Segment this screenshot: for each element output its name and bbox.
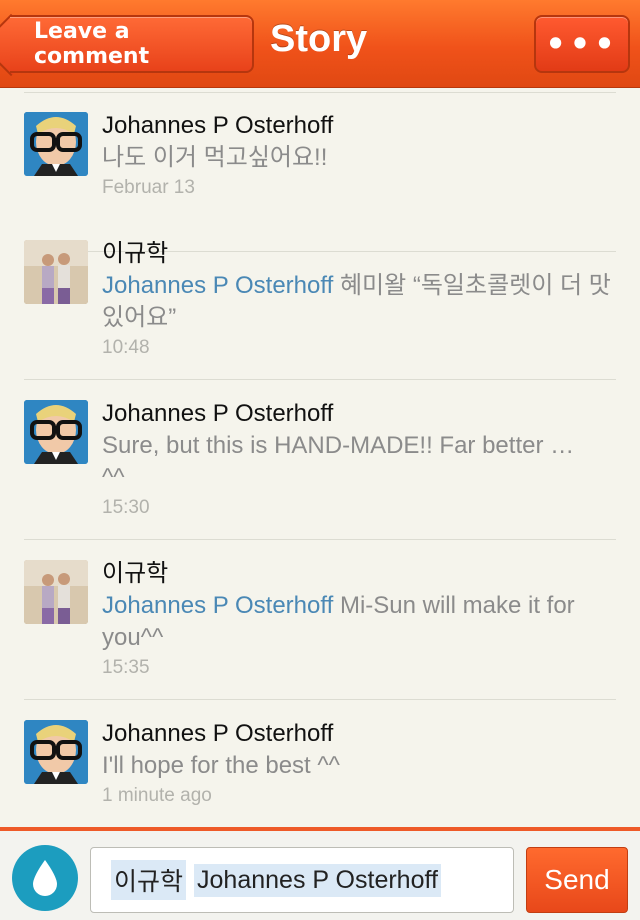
mention-link[interactable]: Johannes P Osterhoff xyxy=(102,592,333,619)
comment-body: Johannes P Osterhoff Sure, but this is H… xyxy=(102,398,616,522)
comment-input[interactable]: 이규학 Johannes P Osterhoff xyxy=(90,847,514,913)
comment-text: 나도 이거 먹고싶어요!! xyxy=(102,144,328,171)
comment-list[interactable]: Johannes P Osterhoff 나도 이거 먹고싶어요!! Febru… xyxy=(0,92,640,827)
comment-text: Sure, but this is HAND-MADE!! Far better… xyxy=(102,432,575,459)
comment-body: 이규학 Johannes P Osterhoff 혜미왈 “독일초콜렛이 더 맛… xyxy=(102,238,616,362)
more-options-button[interactable]: ••• xyxy=(534,15,630,73)
navigation-bar: Leave a comment Story ••• xyxy=(0,0,640,88)
comment-body: Johannes P Osterhoff 나도 이거 먹고싶어요!! Febru… xyxy=(102,110,616,202)
comment-timestamp: 15:35 xyxy=(102,657,150,678)
mention-chip[interactable]: 이규학 xyxy=(111,860,187,900)
comment-text: Johannes P Osterhoff Mi-Sun will make it… xyxy=(102,590,616,654)
comment-author[interactable]: 이규학 xyxy=(102,558,616,590)
comment-timestamp: 15:30 xyxy=(102,497,150,518)
comment-timestamp: 10:48 xyxy=(102,337,150,358)
comment-text: Johannes P Osterhoff 혜미왈 “독일초콜렛이 더 맛있어요” xyxy=(102,270,616,334)
comment-timestamp: Februar 13 xyxy=(102,177,195,198)
comment-author[interactable]: Johannes P Osterhoff xyxy=(102,718,616,750)
avatar-glasses-icon[interactable] xyxy=(24,112,88,176)
comment-composer: 이규학 Johannes P Osterhoff Send xyxy=(0,827,640,920)
avatar-glasses-icon[interactable] xyxy=(24,400,88,464)
leave-comment-back-button[interactable]: Leave a comment xyxy=(10,15,254,73)
comment-author[interactable]: 이규학 xyxy=(102,238,616,270)
avatar-couple-icon[interactable] xyxy=(24,240,88,304)
comment-item: Johannes P Osterhoff I'll hope for the b… xyxy=(24,700,616,827)
page-title: Story xyxy=(270,18,368,60)
water-drop-icon[interactable] xyxy=(12,845,78,911)
comment-item: 이규학 Johannes P Osterhoff 혜미왈 “독일초콜렛이 더 맛… xyxy=(24,220,616,380)
comment-timestamp: 1 minute ago xyxy=(102,785,212,806)
comment-item: Johannes P Osterhoff Sure, but this is H… xyxy=(24,380,616,540)
comment-author[interactable]: Johannes P Osterhoff xyxy=(102,398,616,430)
comment-text-line2: ^^ xyxy=(102,464,125,491)
comment-item: 이규학 Johannes P Osterhoff Mi-Sun will mak… xyxy=(24,540,616,700)
comment-body: Johannes P Osterhoff I'll hope for the b… xyxy=(102,718,616,810)
comment-author[interactable]: Johannes P Osterhoff xyxy=(102,110,616,142)
avatar-couple-icon[interactable] xyxy=(24,560,88,624)
mention-chip[interactable]: Johannes P Osterhoff xyxy=(194,863,441,897)
back-button-label: Leave a comment xyxy=(34,19,150,69)
avatar-glasses-icon[interactable] xyxy=(24,720,88,784)
more-dots-icon: ••• xyxy=(545,25,619,63)
comment-body: 이규학 Johannes P Osterhoff Mi-Sun will mak… xyxy=(102,558,616,682)
comment-text: I'll hope for the best ^^ xyxy=(102,752,340,779)
send-button[interactable]: Send xyxy=(526,847,628,913)
mention-link[interactable]: Johannes P Osterhoff xyxy=(102,272,333,299)
